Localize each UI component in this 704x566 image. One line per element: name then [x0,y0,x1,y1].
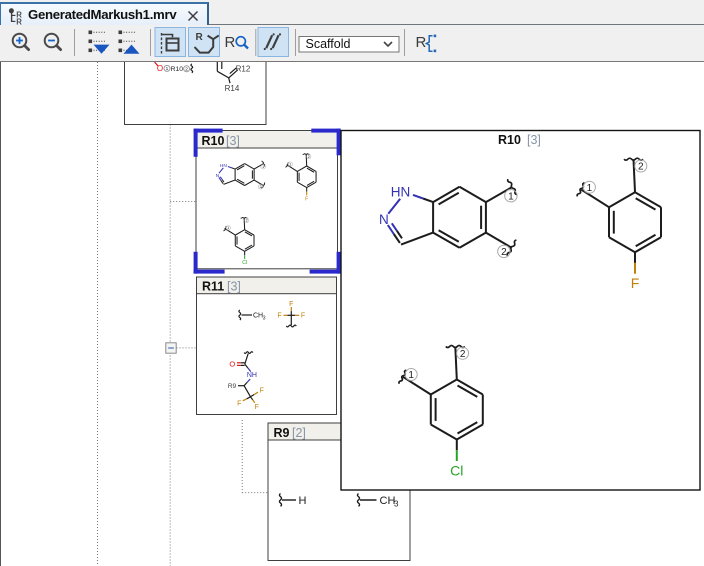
svg-text:R10: R10 [202,134,225,148]
svg-text:O: O [229,360,235,369]
svg-text:F: F [301,313,305,320]
svg-text:1: 1 [166,66,169,72]
svg-text:R: R [225,34,236,51]
svg-text:3: 3 [263,315,266,321]
svg-text:R: R [416,34,427,51]
svg-text:NH: NH [247,372,257,379]
svg-text:O: O [157,64,163,73]
svg-text:F: F [255,404,259,411]
svg-text:F: F [289,301,293,308]
svg-text:R12: R12 [236,64,251,73]
svg-text:F: F [237,401,241,408]
svg-text:Scaffold: Scaffold [306,37,351,51]
svg-text:F: F [260,388,264,395]
svg-text:R10: R10 [498,133,521,147]
svg-text:R9: R9 [228,383,237,390]
svg-text:R10: R10 [171,66,184,73]
svg-text:[3]: [3] [227,280,241,294]
svg-text:R: R [16,17,22,26]
svg-text:R9: R9 [274,426,290,440]
svg-text:H: H [299,495,307,507]
svg-text:2: 2 [185,67,188,73]
svg-text:F: F [277,313,281,320]
svg-text:CH: CH [253,312,263,319]
svg-text:3: 3 [394,500,399,509]
svg-text:R: R [196,32,204,43]
svg-text:R14: R14 [225,84,240,93]
svg-text:[3]: [3] [527,133,541,147]
svg-text:[2]: [2] [292,426,306,440]
svg-text:[3]: [3] [226,134,240,148]
svg-text:R11: R11 [202,280,224,294]
